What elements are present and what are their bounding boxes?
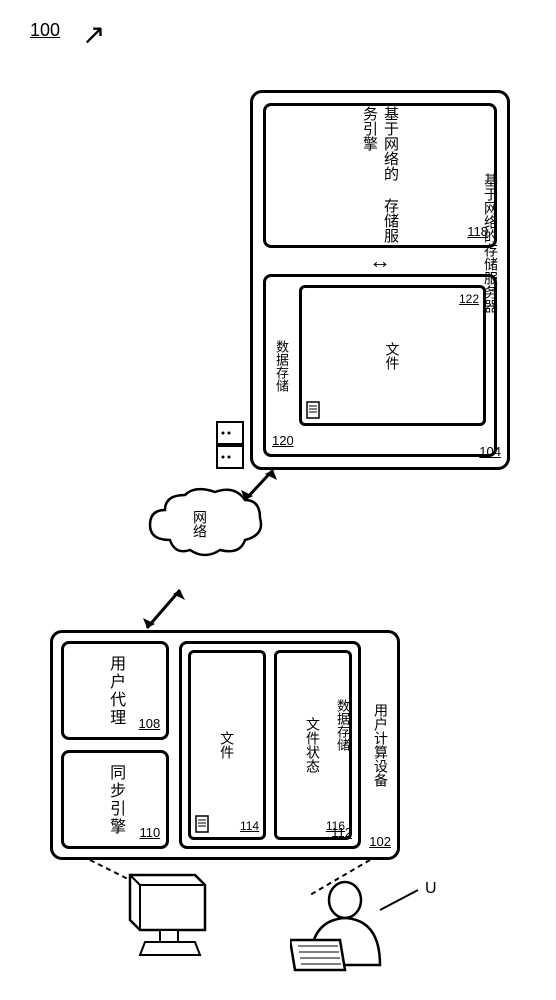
- user-agent-label: 用户代理: [103, 655, 127, 727]
- server-file-ref: 122: [459, 292, 479, 306]
- server-storage-ref: 120: [272, 433, 294, 448]
- device-file-box: 文件 114: [188, 650, 266, 840]
- device-storage-label: 数据存储: [331, 695, 354, 755]
- document-icon: [195, 815, 209, 833]
- device-label: 用户计算设备: [371, 703, 391, 787]
- server-file-label: 文件: [383, 342, 403, 370]
- diagram-container: 100 ↗ 基于网络的 存储服务引擎 118 ↔ 文件 122 数据存储 120…: [0, 0, 556, 1000]
- document-icon: [306, 401, 320, 419]
- device-file-ref: 114: [240, 819, 259, 833]
- bidirectional-arrow-icon: ↔: [369, 248, 391, 274]
- file-status-label: 文件状态: [303, 717, 323, 773]
- monitor-icon: [120, 870, 210, 965]
- sync-engine-ref: 110: [139, 825, 160, 840]
- server-label: 基于网络的存储服务器: [481, 173, 501, 313]
- user-device-box: 用户代理 108 同步引擎 110 文件 114 文件状态: [50, 630, 400, 860]
- arrow-cloud-to-server-icon: [235, 460, 285, 510]
- device-storage-ref: 112: [331, 825, 352, 840]
- device-file-label: 文件: [217, 731, 237, 759]
- network-label: 网络: [190, 510, 210, 538]
- figure-arrow-icon: ↗: [82, 18, 105, 51]
- device-data-storage-box: 文件 114 文件状态 116 数据存储 112: [179, 641, 361, 849]
- server-ref: 104: [479, 444, 501, 459]
- user-agent-ref: 108: [138, 716, 160, 731]
- engine-label: 基于网络的 存储服务引擎: [359, 106, 401, 245]
- server-box: 基于网络的 存储服务引擎 118 ↔ 文件 122 数据存储 120 基于网络的…: [250, 90, 510, 470]
- sync-engine-box: 同步引擎 110: [61, 750, 169, 849]
- server-file-box: 文件 122: [299, 285, 486, 426]
- device-ref: 102: [369, 834, 391, 849]
- user-agent-box: 用户代理 108: [61, 641, 169, 740]
- server-storage-label: 数据存储: [270, 336, 293, 396]
- user-person-icon: [290, 880, 420, 980]
- sync-engine-label: 同步引擎: [103, 764, 127, 836]
- figure-number: 100: [30, 20, 60, 41]
- user-label: U: [425, 880, 437, 898]
- server-data-storage-box: 文件 122 数据存储 120: [263, 274, 497, 457]
- storage-service-engine-box: 基于网络的 存储服务引擎 118: [263, 103, 497, 248]
